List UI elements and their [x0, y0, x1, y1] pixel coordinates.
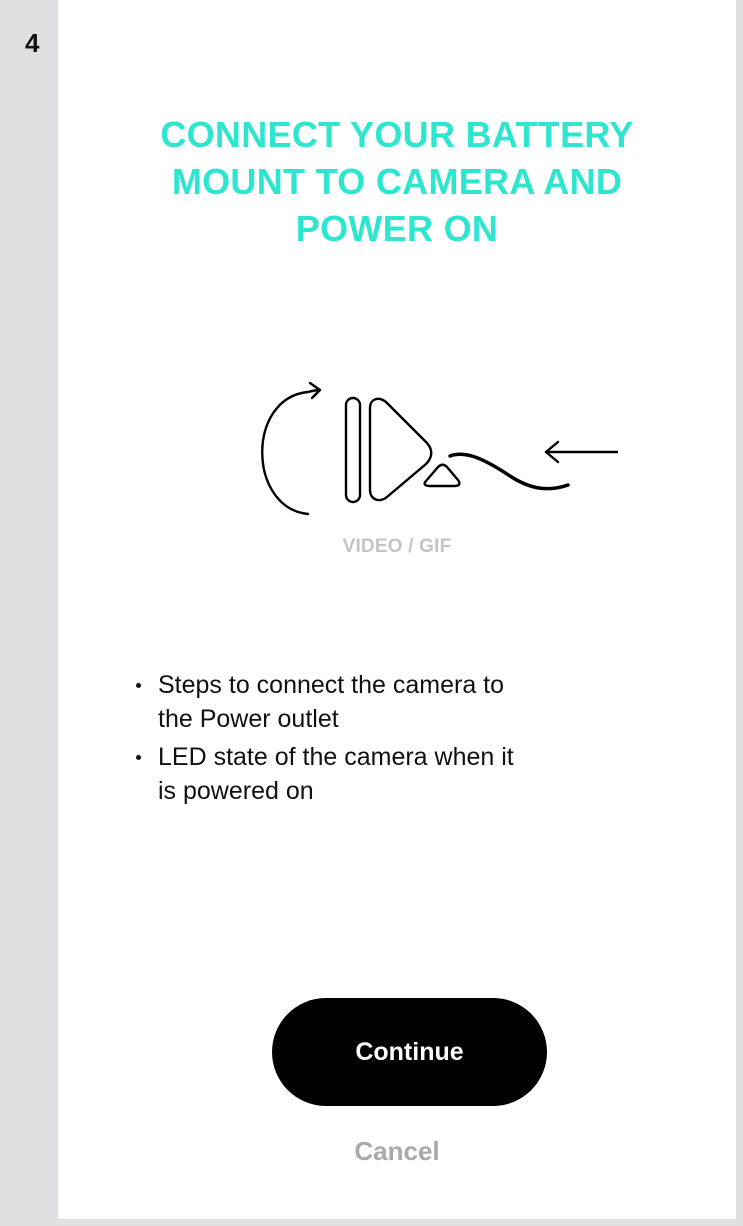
- cancel-button[interactable]: Cancel: [58, 1136, 736, 1167]
- step-number: 4: [25, 28, 40, 58]
- title-line-1: CONNECT YOUR BATTERY: [160, 114, 634, 155]
- insert-arrow-icon: [544, 440, 618, 464]
- instruction-1-line-2: the Power outlet: [158, 705, 339, 733]
- power-cable-icon: [448, 452, 570, 491]
- instruction-1-line-1: Steps to connect the camera to: [158, 671, 505, 699]
- instructions-list: Steps to connect the camera to the Power…: [136, 668, 656, 812]
- rotate-arrow-icon: [261, 381, 322, 516]
- media-placeholder-label: VIDEO / GIF: [342, 536, 452, 557]
- battery-mount-icon: [344, 396, 362, 504]
- bullet-dot: [136, 683, 141, 688]
- list-item: Steps to connect the camera to the Power…: [136, 668, 656, 736]
- list-item: LED state of the camera when it is power…: [136, 740, 656, 808]
- page-title: CONNECT YOUR BATTERY MOUNT TO CAMERA AND…: [58, 111, 736, 252]
- camera-battery-connect-illustration: [261, 381, 618, 516]
- bullet-dot: [136, 755, 141, 760]
- connector-icon: [423, 463, 461, 488]
- instruction-2-line-2: is powered on: [158, 777, 314, 805]
- camera-body-icon: [368, 397, 433, 502]
- onboarding-card: CONNECT YOUR BATTERY MOUNT TO CAMERA AND…: [58, 0, 736, 1219]
- title-line-3: POWER ON: [295, 208, 499, 249]
- title-line-2: MOUNT TO CAMERA AND: [171, 161, 623, 202]
- continue-button[interactable]: Continue: [272, 998, 547, 1106]
- instruction-2-line-1: LED state of the camera when it: [158, 743, 514, 771]
- screen-frame: 4 CONNECT YOUR BATTERY MOUNT TO CAMERA A…: [0, 0, 743, 1226]
